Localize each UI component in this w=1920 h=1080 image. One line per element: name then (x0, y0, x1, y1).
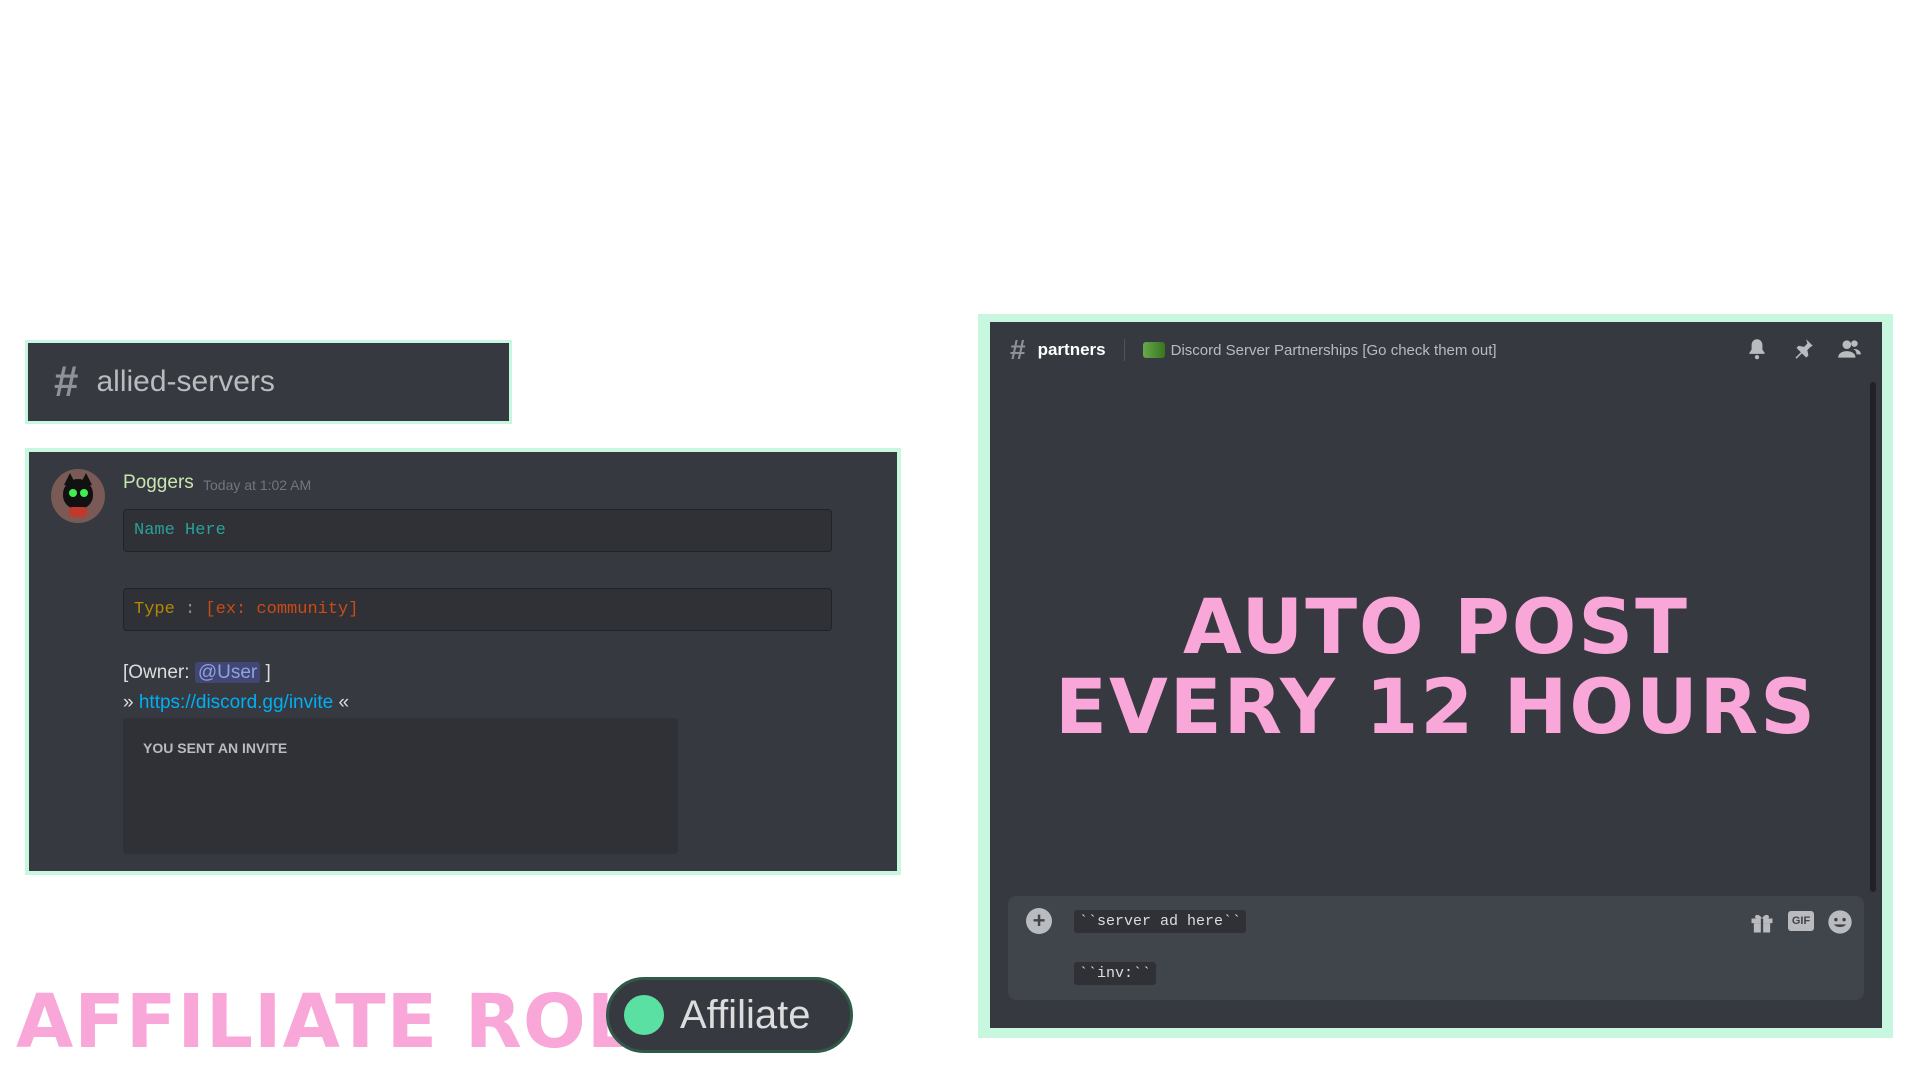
composer-text-line-2[interactable]: ``inv:`` (1074, 962, 1157, 985)
owner-suffix: ] (260, 662, 271, 683)
gif-icon[interactable]: GIF (1788, 911, 1814, 931)
role-color-dot (624, 995, 664, 1035)
headline-line-2: EVERY 12 HOURS (1055, 662, 1817, 751)
role-label: Affiliate (680, 992, 811, 1037)
code-block-type: Type : [ex: community] (123, 588, 832, 631)
code-block-name: Name Here (123, 509, 832, 552)
header-divider (1123, 339, 1125, 361)
message-composer[interactable]: + ``server ad here`` ``inv:`` GIF (1008, 896, 1864, 1000)
channel-header-card: # allied-servers (25, 340, 512, 424)
gift-icon[interactable] (1748, 908, 1776, 936)
code-type-sep: : (174, 600, 206, 619)
invite-suffix: « (333, 692, 350, 713)
code-type-key: Type (134, 600, 175, 619)
bell-icon[interactable] (1744, 336, 1770, 362)
avatar[interactable] (51, 469, 105, 523)
plus-icon[interactable]: + (1026, 908, 1052, 934)
members-icon[interactable] (1836, 336, 1862, 362)
channel-view: # partners Discord Server Partnerships [… (990, 322, 1882, 1028)
hash-icon: # (1010, 334, 1026, 365)
composer-text-line-1[interactable]: ``server ad here`` (1074, 910, 1247, 933)
auto-post-headline: AUTO POST EVERY 12 HOURS (990, 587, 1882, 747)
owner-prefix: [Owner: (123, 662, 195, 683)
channel-name[interactable]: partners (1038, 340, 1106, 360)
channel-topic[interactable]: Discord Server Partnerships [Go check th… (1171, 342, 1497, 359)
invite-prefix: » (123, 692, 139, 713)
hash-icon: # (54, 357, 79, 406)
affiliate-role-pill: Affiliate (606, 977, 853, 1053)
topic-emoji (1142, 342, 1165, 358)
code-name-text: Name Here (134, 521, 226, 540)
headline-line-1: AUTO POST (1183, 582, 1689, 671)
code-type-value: [ex: community] (205, 600, 359, 619)
owner-line: [Owner: @User ] (123, 662, 271, 684)
invite-embed: YOU SENT AN INVITE (123, 718, 678, 854)
affiliate-role-title: AFFILIATE ROLE (16, 979, 687, 1065)
channel-name[interactable]: allied-servers (96, 365, 274, 399)
invite-link[interactable]: https://discord.gg/invite (139, 692, 333, 713)
user-mention[interactable]: @User (194, 662, 261, 683)
message-card: Poggers Today at 1:02 AM Name Here Type … (25, 448, 901, 875)
invite-embed-label: YOU SENT AN INVITE (143, 740, 288, 756)
pin-icon[interactable] (1790, 336, 1816, 362)
message-timestamp: Today at 1:02 AM (203, 477, 312, 493)
invite-line: » https://discord.gg/invite « (123, 692, 349, 714)
message-username[interactable]: Poggers (123, 472, 194, 494)
emoji-icon[interactable] (1826, 908, 1854, 936)
